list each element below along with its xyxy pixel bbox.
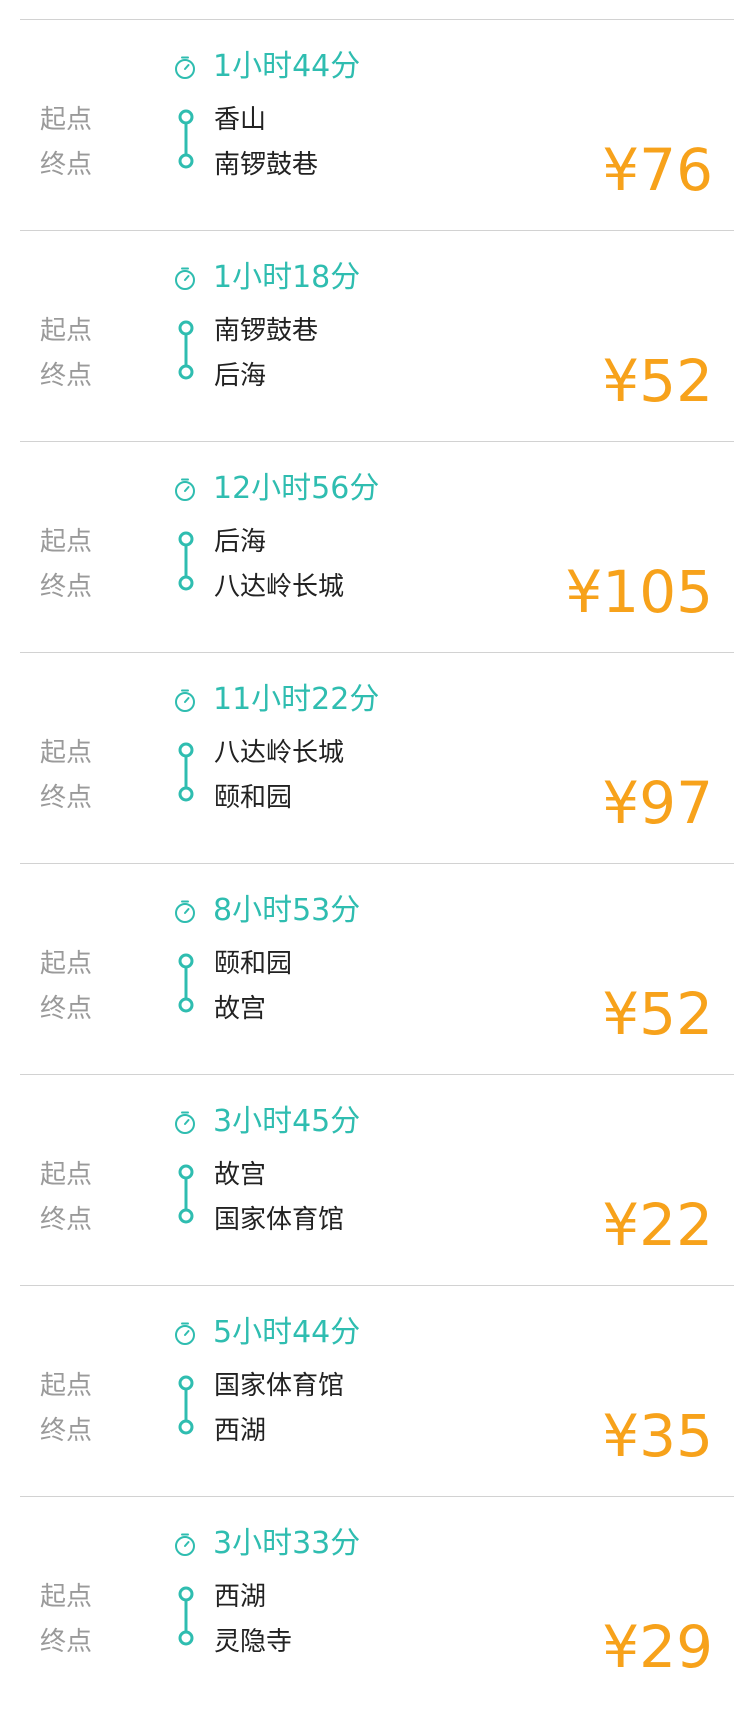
route-line-icon bbox=[178, 1375, 194, 1435]
stopwatch-icon bbox=[175, 267, 195, 290]
trip-duration: 3小时45分 bbox=[213, 1104, 361, 1139]
route-line-icon bbox=[178, 1164, 194, 1224]
end-label: 终点 bbox=[40, 783, 93, 813]
start-location: 西湖 bbox=[214, 1582, 267, 1612]
start-label: 起点 bbox=[40, 1582, 93, 1612]
trip-item[interactable]: 3小时45分 起点 终点 故宫 国家体育馆 ¥22 bbox=[0, 1074, 750, 1285]
trip-item[interactable]: 12小时56分 起点 终点 后海 八达岭长城 ¥105 bbox=[0, 441, 750, 652]
end-label: 终点 bbox=[40, 1416, 93, 1446]
start-location: 故宫 bbox=[214, 1160, 267, 1190]
start-location: 八达岭长城 bbox=[214, 738, 345, 768]
trip-duration: 5小时44分 bbox=[213, 1315, 361, 1350]
start-location: 香山 bbox=[214, 105, 267, 135]
start-label: 起点 bbox=[40, 1371, 93, 1401]
stopwatch-icon bbox=[175, 1322, 195, 1345]
trip-item[interactable]: 5小时44分 起点 终点 国家体育馆 西湖 ¥35 bbox=[0, 1285, 750, 1496]
trip-item[interactable]: 11小时22分 起点 终点 八达岭长城 颐和园 ¥97 bbox=[0, 652, 750, 863]
trip-duration: 3小时33分 bbox=[213, 1526, 361, 1561]
end-label: 终点 bbox=[40, 1205, 93, 1235]
trip-price: ¥52 bbox=[602, 347, 713, 415]
trip-duration: 11小时22分 bbox=[213, 682, 380, 717]
trip-duration: 1小时44分 bbox=[213, 49, 361, 84]
start-location: 南锣鼓巷 bbox=[214, 316, 319, 346]
end-location: 南锣鼓巷 bbox=[214, 150, 319, 180]
end-location: 西湖 bbox=[214, 1416, 267, 1446]
start-location: 国家体育馆 bbox=[214, 1371, 345, 1401]
stopwatch-icon bbox=[175, 900, 195, 923]
end-location: 灵隐寺 bbox=[214, 1627, 293, 1657]
trip-list: 1小时44分 起点 终点 香山 南锣鼓巷 ¥76 1小时18分 起点 终点 南锣… bbox=[0, 0, 750, 1720]
end-label: 终点 bbox=[40, 361, 93, 391]
trip-item[interactable]: 1小时18分 起点 终点 南锣鼓巷 后海 ¥52 bbox=[0, 230, 750, 441]
end-location: 后海 bbox=[214, 361, 267, 391]
trip-price: ¥76 bbox=[602, 136, 713, 204]
end-label: 终点 bbox=[40, 994, 93, 1024]
start-label: 起点 bbox=[40, 738, 93, 768]
stopwatch-icon bbox=[175, 1111, 195, 1134]
end-label: 终点 bbox=[40, 572, 93, 602]
stopwatch-icon bbox=[175, 689, 195, 712]
end-label: 终点 bbox=[40, 150, 93, 180]
trip-duration: 12小时56分 bbox=[213, 471, 380, 506]
route-line-icon bbox=[178, 109, 194, 169]
trip-price: ¥105 bbox=[565, 558, 713, 626]
end-location: 颐和园 bbox=[214, 783, 293, 813]
trip-price: ¥97 bbox=[602, 769, 713, 837]
start-label: 起点 bbox=[40, 316, 93, 346]
start-label: 起点 bbox=[40, 527, 93, 557]
stopwatch-icon bbox=[175, 1533, 195, 1556]
start-label: 起点 bbox=[40, 1160, 93, 1190]
stopwatch-icon bbox=[175, 56, 195, 79]
start-location: 颐和园 bbox=[214, 949, 293, 979]
trip-item[interactable]: 1小时44分 起点 终点 香山 南锣鼓巷 ¥76 bbox=[0, 19, 750, 230]
start-label: 起点 bbox=[40, 105, 93, 135]
route-line-icon bbox=[178, 1586, 194, 1646]
route-line-icon bbox=[178, 320, 194, 380]
start-location: 后海 bbox=[214, 527, 267, 557]
route-line-icon bbox=[178, 531, 194, 591]
trip-price: ¥22 bbox=[602, 1191, 713, 1259]
trip-price: ¥29 bbox=[602, 1613, 713, 1681]
start-label: 起点 bbox=[40, 949, 93, 979]
trip-duration: 8小时53分 bbox=[213, 893, 361, 928]
trip-price: ¥35 bbox=[602, 1402, 713, 1470]
end-location: 八达岭长城 bbox=[214, 572, 345, 602]
end-location: 国家体育馆 bbox=[214, 1205, 345, 1235]
end-label: 终点 bbox=[40, 1627, 93, 1657]
trip-price: ¥52 bbox=[602, 980, 713, 1048]
trip-item[interactable]: 3小时33分 起点 终点 西湖 灵隐寺 ¥29 bbox=[0, 1496, 750, 1707]
trip-duration: 1小时18分 bbox=[213, 260, 361, 295]
stopwatch-icon bbox=[175, 478, 195, 501]
end-location: 故宫 bbox=[214, 994, 267, 1024]
trip-item[interactable]: 8小时53分 起点 终点 颐和园 故宫 ¥52 bbox=[0, 863, 750, 1074]
route-line-icon bbox=[178, 953, 194, 1013]
route-line-icon bbox=[178, 742, 194, 802]
